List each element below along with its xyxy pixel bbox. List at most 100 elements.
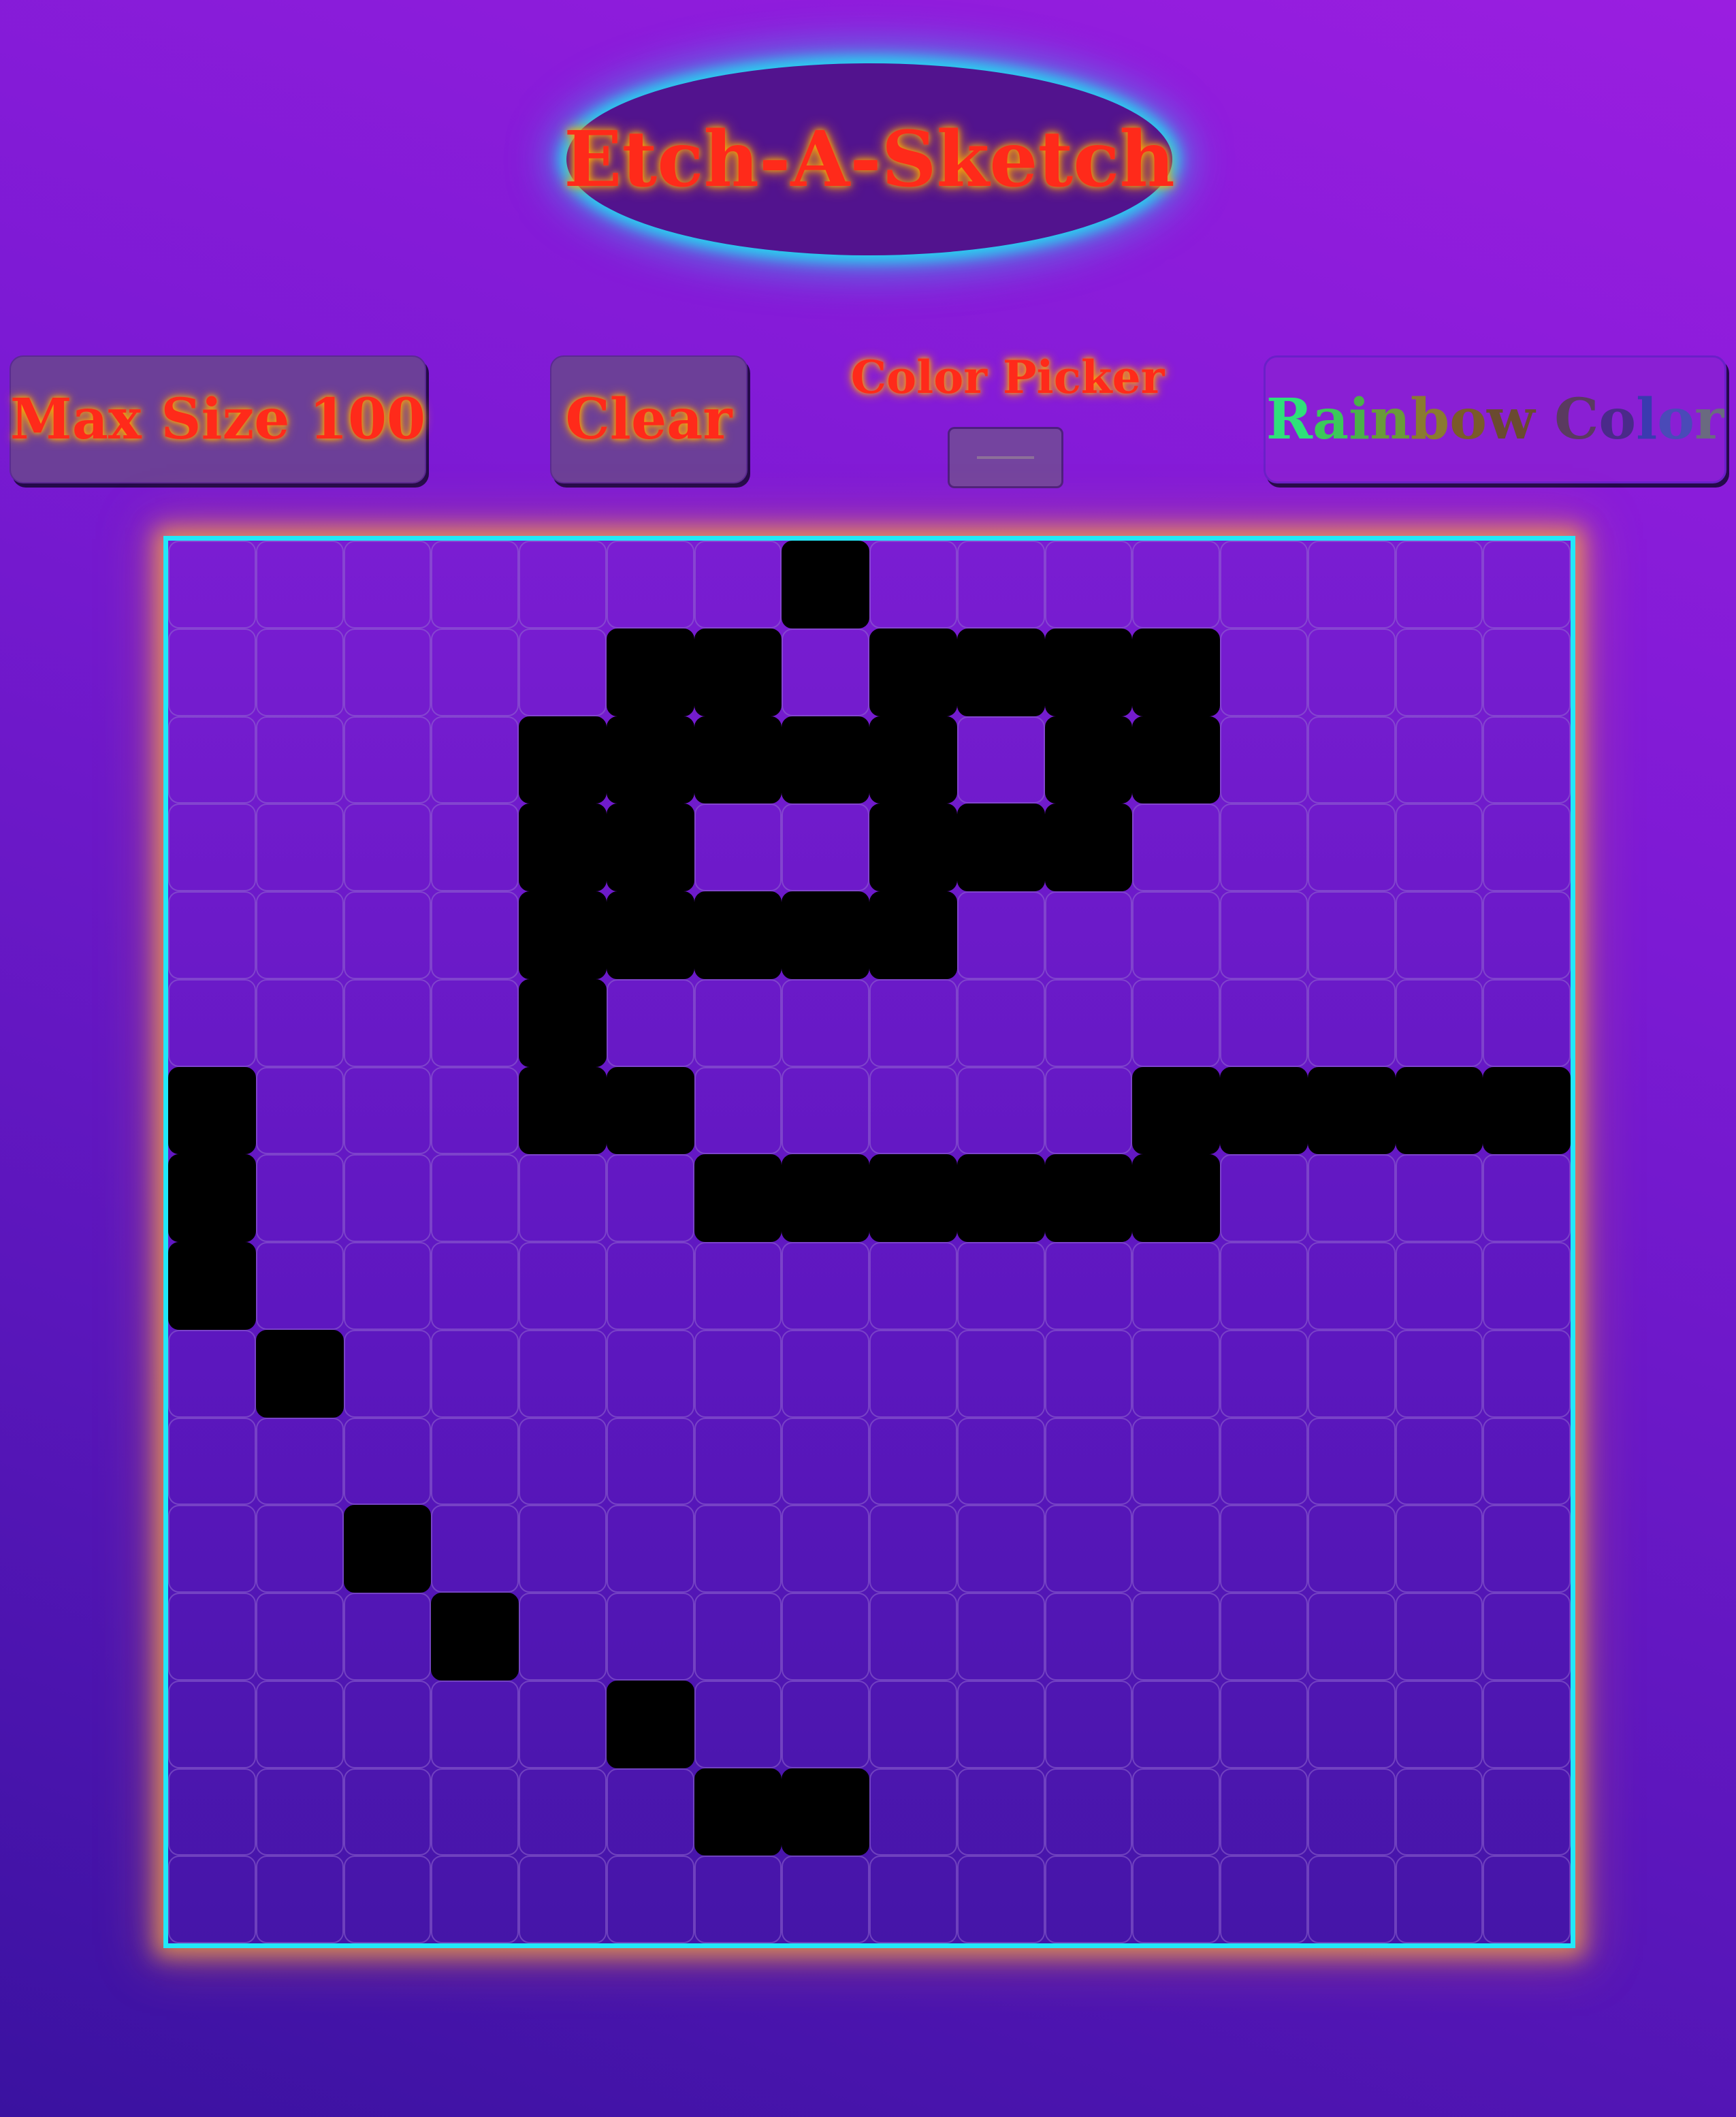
grid-cell[interactable] — [1220, 1680, 1308, 1768]
grid-cell[interactable] — [694, 1329, 782, 1418]
grid-cell[interactable] — [519, 716, 607, 804]
grid-cell[interactable] — [519, 1680, 607, 1768]
grid-cell[interactable] — [606, 978, 694, 1067]
grid-cell[interactable] — [1307, 1505, 1396, 1593]
grid-cell[interactable] — [869, 541, 957, 628]
grid-cell[interactable] — [1307, 803, 1396, 891]
grid-cell[interactable] — [782, 1329, 869, 1418]
grid-cell[interactable] — [782, 1417, 869, 1506]
grid-cell[interactable] — [869, 1242, 957, 1330]
grid-cell[interactable] — [957, 716, 1045, 804]
grid-cell[interactable] — [255, 628, 344, 716]
grid-cell[interactable] — [782, 1242, 869, 1330]
grid-cell[interactable] — [869, 716, 957, 804]
grid-cell[interactable] — [168, 1856, 256, 1943]
grid-cell[interactable] — [1483, 1066, 1571, 1155]
grid-cell[interactable] — [1483, 1680, 1571, 1768]
grid-cell[interactable] — [957, 1154, 1045, 1242]
grid-cell[interactable] — [1044, 1856, 1133, 1943]
grid-cell[interactable] — [957, 1505, 1045, 1593]
grid-cell[interactable] — [519, 1856, 607, 1943]
grid-cell[interactable] — [1307, 891, 1396, 979]
grid-cell[interactable] — [255, 1856, 344, 1943]
grid-cell[interactable] — [519, 1593, 607, 1681]
grid-cell[interactable] — [1220, 541, 1308, 628]
max-size-button[interactable]: Max Size 100 — [10, 355, 426, 483]
grid-cell[interactable] — [168, 1066, 256, 1155]
grid-cell[interactable] — [1307, 1329, 1396, 1418]
grid-cell[interactable] — [1483, 1593, 1571, 1681]
grid-cell[interactable] — [1395, 1417, 1483, 1506]
grid-cell[interactable] — [255, 978, 344, 1067]
grid-cell[interactable] — [1307, 1856, 1396, 1943]
grid-cell[interactable] — [255, 891, 344, 979]
grid-cell[interactable] — [1220, 1768, 1308, 1856]
grid-cell[interactable] — [694, 541, 782, 628]
grid-cell[interactable] — [343, 1154, 432, 1242]
grid-cell[interactable] — [782, 716, 869, 804]
grid-cell[interactable] — [1220, 716, 1308, 804]
grid-cell[interactable] — [168, 1154, 256, 1242]
grid-cell[interactable] — [343, 1417, 432, 1506]
grid-cell[interactable] — [1395, 716, 1483, 804]
grid-cell[interactable] — [1044, 1242, 1133, 1330]
grid-cell[interactable] — [1044, 803, 1133, 891]
grid-cell[interactable] — [519, 1329, 607, 1418]
grid-cell[interactable] — [1132, 1417, 1220, 1506]
grid-cell[interactable] — [957, 891, 1045, 979]
grid-cell[interactable] — [168, 1593, 256, 1681]
grid-cell[interactable] — [1483, 1505, 1571, 1593]
grid-cell[interactable] — [1395, 1066, 1483, 1155]
sketch-grid[interactable] — [163, 536, 1575, 1948]
grid-cell[interactable] — [343, 628, 432, 716]
grid-cell[interactable] — [869, 1856, 957, 1943]
grid-cell[interactable] — [1483, 1154, 1571, 1242]
grid-cell[interactable] — [957, 803, 1045, 891]
grid-cell[interactable] — [1220, 1066, 1308, 1155]
grid-cell[interactable] — [1307, 1242, 1396, 1330]
grid-cell[interactable] — [782, 541, 869, 628]
grid-cell[interactable] — [1132, 628, 1220, 716]
grid-cell[interactable] — [606, 803, 694, 891]
grid-cell[interactable] — [782, 978, 869, 1067]
color-picker-input[interactable] — [948, 427, 1063, 488]
grid-cell[interactable] — [869, 1329, 957, 1418]
grid-cell[interactable] — [869, 1593, 957, 1681]
grid-cell[interactable] — [1044, 1417, 1133, 1506]
grid-cell[interactable] — [255, 1417, 344, 1506]
grid-cell[interactable] — [1307, 1593, 1396, 1681]
grid-cell[interactable] — [1132, 1593, 1220, 1681]
grid-cell[interactable] — [519, 1242, 607, 1330]
grid-cell[interactable] — [431, 716, 519, 804]
grid-cell[interactable] — [431, 1154, 519, 1242]
grid-cell[interactable] — [431, 1242, 519, 1330]
grid-cell[interactable] — [782, 628, 869, 716]
grid-cell[interactable] — [606, 628, 694, 716]
grid-cell[interactable] — [1044, 541, 1133, 628]
grid-cell[interactable] — [255, 1242, 344, 1330]
grid-cell[interactable] — [782, 1066, 869, 1155]
grid-cell[interactable] — [1395, 541, 1483, 628]
grid-cell[interactable] — [343, 716, 432, 804]
grid-cell[interactable] — [431, 1329, 519, 1418]
grid-cell[interactable] — [255, 541, 344, 628]
clear-button[interactable]: Clear — [550, 355, 748, 483]
grid-cell[interactable] — [1395, 1329, 1483, 1418]
grid-cell[interactable] — [694, 978, 782, 1067]
grid-cell[interactable] — [782, 1593, 869, 1681]
grid-cell[interactable] — [694, 891, 782, 979]
grid-cell[interactable] — [1395, 1505, 1483, 1593]
grid-cell[interactable] — [168, 891, 256, 979]
grid-cell[interactable] — [255, 1505, 344, 1593]
grid-cell[interactable] — [957, 1066, 1045, 1155]
grid-cell[interactable] — [606, 1856, 694, 1943]
grid-cell[interactable] — [431, 978, 519, 1067]
grid-cell[interactable] — [606, 541, 694, 628]
grid-cell[interactable] — [1220, 1329, 1308, 1418]
grid-cell[interactable] — [431, 1505, 519, 1593]
grid-cell[interactable] — [869, 1680, 957, 1768]
grid-cell[interactable] — [343, 891, 432, 979]
grid-cell[interactable] — [606, 1680, 694, 1768]
grid-cell[interactable] — [606, 1593, 694, 1681]
grid-cell[interactable] — [343, 1680, 432, 1768]
